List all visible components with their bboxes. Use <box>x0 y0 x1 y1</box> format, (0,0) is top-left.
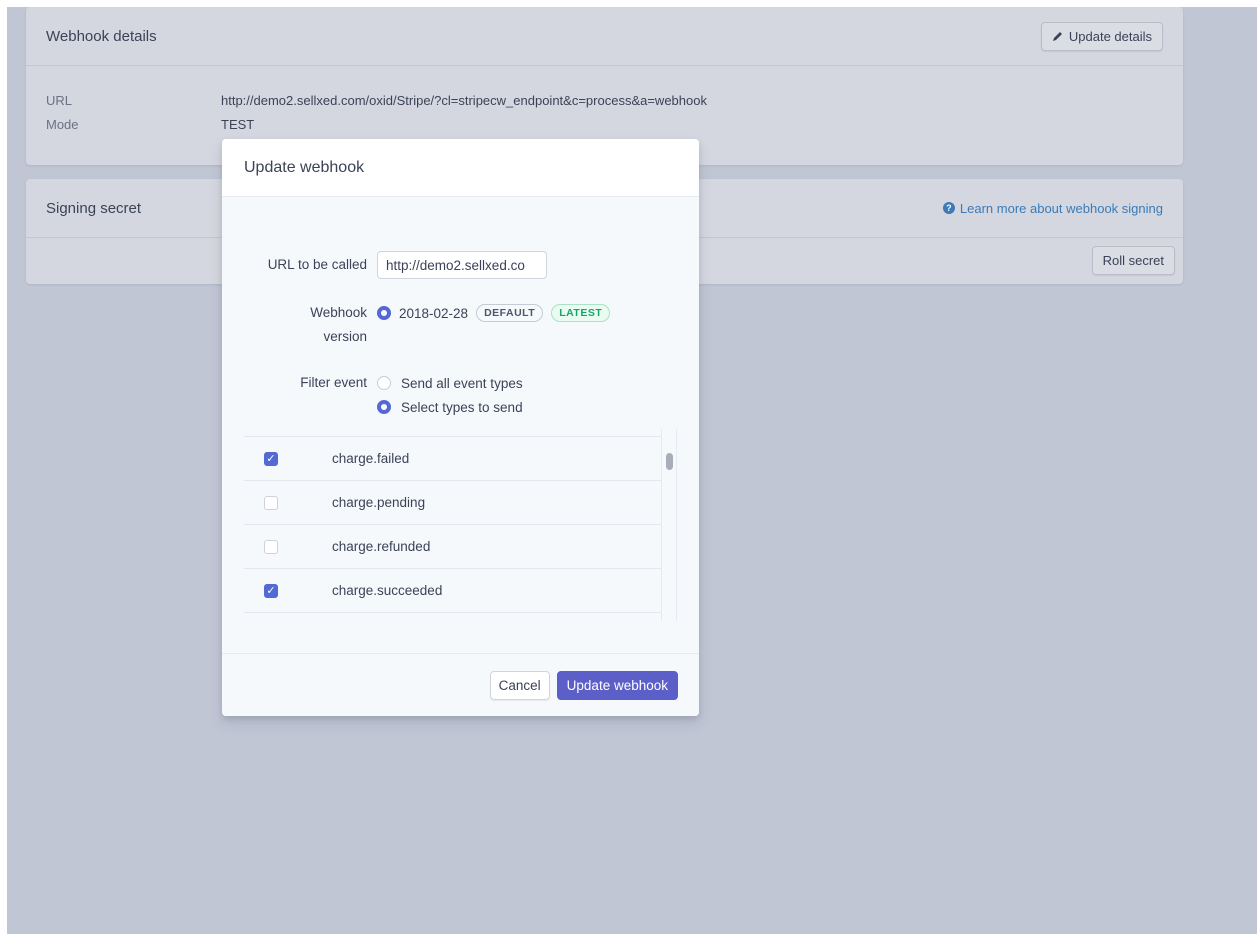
cancel-button[interactable]: Cancel <box>489 670 550 700</box>
url-row: URL http://demo2.sellxed.com/oxid/Stripe… <box>46 88 1163 112</box>
webhook-details-header: Webhook details Update details <box>26 7 1183 66</box>
event-name: charge.succeeded <box>332 583 443 598</box>
mode-row: Mode TEST <box>46 112 1163 136</box>
learn-more-label: Learn more about webhook signing <box>959 200 1163 216</box>
roll-secret-button[interactable]: Roll secret <box>1091 246 1175 275</box>
webhook-details-title: Webhook details <box>46 27 157 45</box>
event-name: charge.pending <box>332 495 426 510</box>
version-label-line2: version <box>323 329 367 344</box>
list-item[interactable]: ✓ charge.failed <box>244 436 662 480</box>
version-label: Webhook version <box>222 301 377 349</box>
event-name: charge.refunded <box>332 539 431 554</box>
signing-secret-title: Signing secret <box>46 199 142 217</box>
mode-label: Mode <box>46 116 79 132</box>
filter-event-row: Filter event Send all event types Select… <box>222 371 523 419</box>
event-checkbox[interactable] <box>264 495 278 510</box>
version-label-line1: Webhook <box>310 305 367 320</box>
modal-title: Update webhook <box>244 158 365 176</box>
mode-value: TEST <box>221 116 255 132</box>
url-field-row: URL to be called <box>222 251 547 279</box>
url-value: http://demo2.sellxed.com/oxid/Stripe/?cl… <box>221 92 707 108</box>
pencil-icon <box>1052 31 1063 42</box>
update-details-button[interactable]: Update details <box>1040 21 1163 51</box>
latest-badge: LATEST <box>551 304 611 322</box>
default-badge: DEFAULT <box>476 304 544 322</box>
help-circle-icon: ? <box>942 202 955 214</box>
list-item[interactable]: ✓ charge.succeeded <box>244 568 662 613</box>
modal-header: Update webhook <box>222 139 699 197</box>
url-field-label: URL to be called <box>267 257 367 272</box>
checkmark-icon: ✓ <box>266 453 276 465</box>
list-item[interactable]: charge.refunded <box>244 524 662 568</box>
event-checkbox[interactable]: ✓ <box>264 451 278 466</box>
send-all-radio[interactable] <box>377 376 391 390</box>
event-list-scrollbar[interactable] <box>661 429 677 621</box>
filter-event-label: Filter event <box>300 375 367 390</box>
checkmark-icon: ✓ <box>266 585 276 597</box>
event-types-list: ✓ charge.failed charge.pending charge.re… <box>244 436 662 621</box>
version-value: 2018-02-28 <box>399 305 469 321</box>
modal-footer: Cancel Update webhook <box>222 653 699 716</box>
filter-option-select[interactable]: Select types to send <box>377 395 523 419</box>
select-types-label: Select types to send <box>401 399 523 415</box>
learn-more-link[interactable]: ? Learn more about webhook signing <box>942 200 1163 216</box>
url-input[interactable] <box>377 251 547 279</box>
filter-options: Send all event types Select types to sen… <box>377 371 523 419</box>
webhook-details-body: URL http://demo2.sellxed.com/oxid/Stripe… <box>26 66 1183 136</box>
list-item[interactable]: charge.pending <box>244 480 662 524</box>
version-row: Webhook version 2018-02-28 DEFAULT LATES… <box>222 301 611 349</box>
event-checkbox[interactable]: ✓ <box>264 583 278 598</box>
filter-option-all[interactable]: Send all event types <box>377 371 523 395</box>
update-webhook-modal: Update webhook URL to be called Webhook … <box>222 139 699 716</box>
url-label: URL <box>46 92 73 108</box>
scrollbar-thumb[interactable] <box>666 453 673 470</box>
event-checkbox[interactable] <box>264 539 278 554</box>
event-name: charge.failed <box>332 451 410 466</box>
version-option: 2018-02-28 DEFAULT LATEST <box>377 301 611 325</box>
select-types-radio[interactable] <box>377 400 391 414</box>
update-webhook-button[interactable]: Update webhook <box>556 670 678 700</box>
version-radio[interactable] <box>377 306 391 320</box>
update-details-label: Update details <box>1068 28 1152 44</box>
send-all-label: Send all event types <box>401 375 523 391</box>
